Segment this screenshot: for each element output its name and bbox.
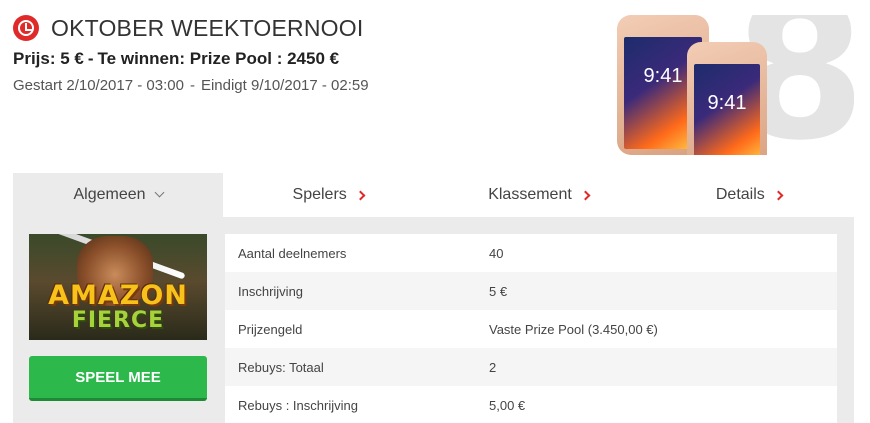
chevron-right-icon — [355, 190, 366, 200]
phone-front-image: 9:41 — [687, 42, 767, 155]
info-value: Vaste Prize Pool (3.450,00 €) — [489, 321, 658, 337]
phone-front-screen: 9:41 — [694, 64, 760, 155]
tournament-title: OKTOBER WEEKTOERNOOI — [51, 14, 364, 41]
tab-details[interactable]: Details — [644, 173, 854, 217]
info-row: Rebuys : Inschrijving 5,00 € — [225, 386, 837, 423]
tab-algemeen[interactable]: Algemeen — [13, 173, 223, 217]
game-logo-line2: FIERCE — [71, 308, 165, 333]
date-separator: - — [189, 77, 195, 94]
tab-spelers[interactable]: Spelers — [223, 173, 433, 217]
info-row: Inschrijving 5 € — [225, 272, 837, 310]
tab-klassement[interactable]: Klassement — [433, 173, 643, 217]
info-label: Prijzengeld — [238, 321, 303, 337]
info-value: 5 € — [489, 283, 508, 299]
tab-rest-group: Spelers Klassement Details — [223, 173, 854, 217]
tab-details-label: Details — [715, 186, 765, 203]
phone-front-time: 9:41 — [707, 92, 747, 114]
info-value: 40 — [489, 245, 504, 261]
info-row: Prijzengeld Vaste Prize Pool (3.450,00 €… — [225, 310, 837, 348]
info-label: Rebuys: Totaal — [238, 359, 324, 375]
prize-row: Prijs: 5 € - Te winnen: Prize Pool : 2450 … — [13, 49, 613, 69]
info-row: Rebuys: Totaal 2 — [225, 348, 837, 386]
info-label: Inschrijving — [238, 283, 304, 299]
chevron-right-icon — [580, 190, 591, 200]
date-row: Gestart 2/10/2017 - 03:00- Eindigt 9/10/2… — [13, 77, 613, 94]
tab-bar: Algemeen Spelers Klassement Details — [13, 173, 854, 217]
info-label: Rebuys : Inschrijving — [238, 397, 358, 413]
end-date: Eindigt 9/10/2017 - 02:59 — [200, 77, 369, 94]
prize-separator: - — [87, 49, 94, 68]
game-thumbnail[interactable]: AMAZON FIERCE — [29, 234, 207, 340]
chevron-right-icon — [773, 190, 784, 200]
entry-price: Prijs: 5 € — [13, 49, 84, 68]
tournament-header: OKTOBER WEEKTOERNOOI Prijs: 5 € - Te winne… — [13, 13, 613, 94]
info-row: Aantal deelnemers 40 — [225, 234, 837, 272]
tab-spelers-label: Spelers — [292, 186, 347, 203]
tournament-info-table: Aantal deelnemers 40 Inschrijving 5 € Pr… — [225, 234, 837, 423]
start-date: Gestart 2/10/2017 - 03:00 — [13, 77, 184, 94]
promo-image-iphone8: 8 9:41 9:41 — [617, 15, 854, 155]
title-row: OKTOBER WEEKTOERNOOI — [13, 13, 613, 43]
info-label: Aantal deelnemers — [238, 245, 347, 261]
info-value: 5,00 € — [489, 397, 526, 413]
prize-pool-text: Te winnen: Prize Pool : 2450 € — [97, 49, 340, 68]
tab-algemeen-label: Algemeen — [73, 186, 146, 203]
clock-icon — [13, 15, 39, 41]
tournament-tabs-panel: Algemeen Spelers Klassement Details AMAZ… — [13, 173, 854, 423]
play-button[interactable]: SPEEL MEE — [29, 356, 207, 401]
tab-klassement-label: Klassement — [488, 186, 572, 203]
game-logo-line1: AMAZON — [48, 280, 188, 311]
info-value: 2 — [489, 359, 497, 375]
chevron-down-icon — [154, 187, 164, 198]
